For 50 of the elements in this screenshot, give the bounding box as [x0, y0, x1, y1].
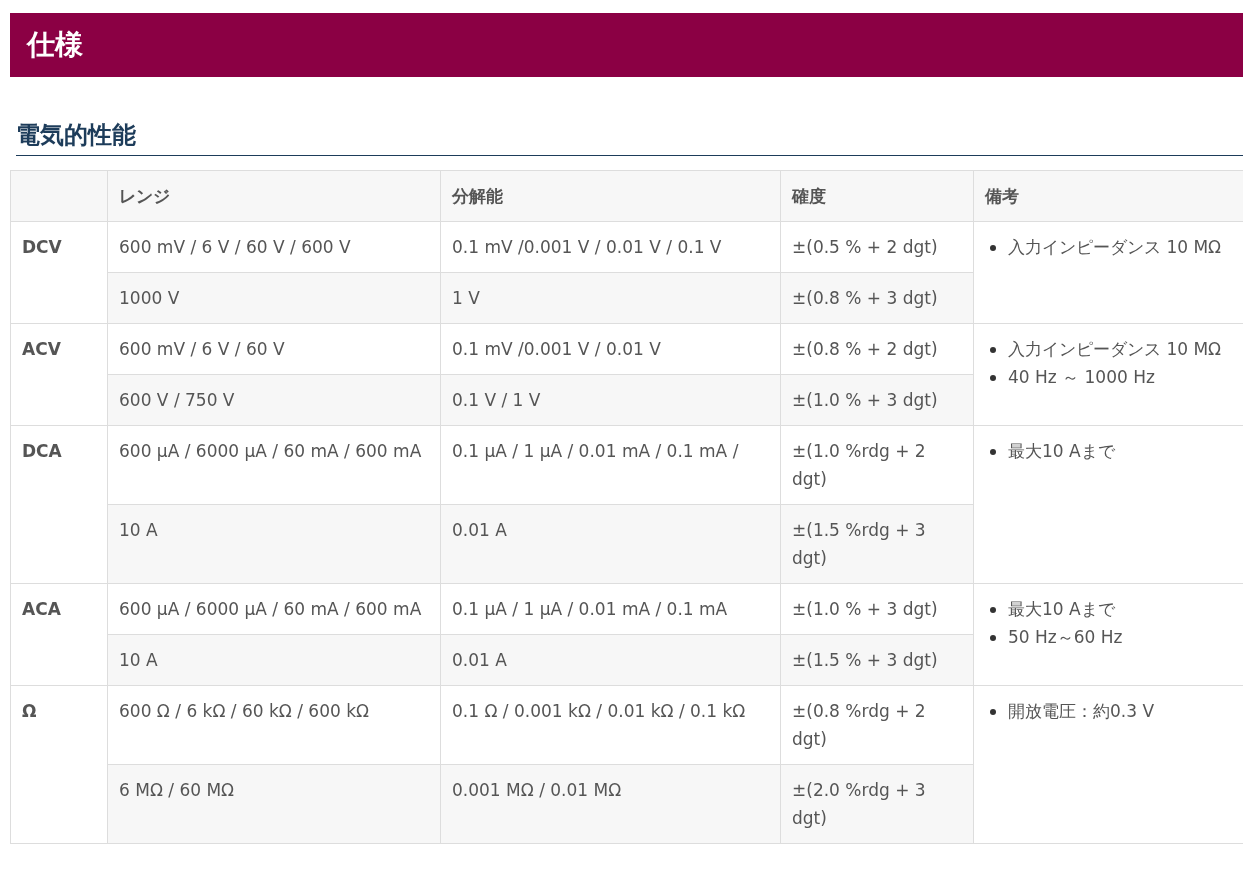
section-title: 電気的性能 [16, 117, 1243, 156]
table-cell: 0.1 V / 1 V [440, 374, 781, 426]
bullet-icon [990, 607, 996, 613]
table-cell: 600 μA / 6000 μA / 60 mA / 600 mA [107, 425, 441, 505]
table-cell: ±(1.0 %rdg + 2 dgt) [780, 425, 974, 505]
note-text: 入力インピーダンス 10 MΩ [1008, 338, 1222, 361]
bullet-icon [990, 347, 996, 353]
column-header: レンジ [107, 170, 441, 222]
table-cell: ±(0.8 % + 2 dgt) [780, 323, 974, 375]
bullet-icon [990, 635, 996, 641]
row-label: ACV [10, 323, 108, 426]
note-text: 50 Hz～60 Hz [1008, 626, 1123, 649]
note-text: 最大10 Aまで [1008, 440, 1115, 463]
table-cell: 0.01 A [440, 634, 781, 686]
bullet-icon [990, 245, 996, 251]
bullet-icon [990, 709, 996, 715]
table-cell: 600 μA / 6000 μA / 60 mA / 600 mA [107, 583, 441, 635]
table-cell: 0.1 mV /0.001 V / 0.01 V / 0.1 V [440, 221, 781, 273]
table-cell: 0.1 mV /0.001 V / 0.01 V [440, 323, 781, 375]
table-cell: 600 Ω / 6 kΩ / 60 kΩ / 600 kΩ [107, 685, 441, 765]
page-title: 仕様 [10, 13, 1243, 77]
note-text: 40 Hz ～ 1000 Hz [1008, 366, 1155, 389]
column-header: 分解能 [440, 170, 781, 222]
table-cell: 0.001 MΩ / 0.01 MΩ [440, 764, 781, 844]
table-cell: ±(0.8 %rdg + 2 dgt) [780, 685, 974, 765]
table-cell: 600 V / 750 V [107, 374, 441, 426]
column-header: 備考 [973, 170, 1243, 222]
row-label: DCA [10, 425, 108, 584]
column-header: 確度 [780, 170, 974, 222]
table-cell: 0.1 μA / 1 μA / 0.01 mA / 0.1 mA / [440, 425, 781, 505]
table-cell: 6 MΩ / 60 MΩ [107, 764, 441, 844]
table-cell: 10 A [107, 504, 441, 584]
row-label: DCV [10, 221, 108, 324]
table-cell: 0.1 Ω / 0.001 kΩ / 0.01 kΩ / 0.1 kΩ [440, 685, 781, 765]
row-label: Ω [10, 685, 108, 844]
table-cell: 0.01 A [440, 504, 781, 584]
table-cell: 0.1 μA / 1 μA / 0.01 mA / 0.1 mA [440, 583, 781, 635]
table-cell: 1000 V [107, 272, 441, 324]
note-text: 開放電圧：約0.3 V [1008, 700, 1155, 723]
bullet-icon [990, 375, 996, 381]
note-text: 入力インピーダンス 10 MΩ [1008, 236, 1222, 259]
note-text: 最大10 Aまで [1008, 598, 1115, 621]
table-cell: ±(1.0 % + 3 dgt) [780, 583, 974, 635]
table-cell: 10 A [107, 634, 441, 686]
table-cell: ±(0.5 % + 2 dgt) [780, 221, 974, 273]
table-cell: 600 mV / 6 V / 60 V / 600 V [107, 221, 441, 273]
bullet-icon [990, 449, 996, 455]
row-label: ACA [10, 583, 108, 686]
table-cell: 600 mV / 6 V / 60 V [107, 323, 441, 375]
table-cell: 1 V [440, 272, 781, 324]
